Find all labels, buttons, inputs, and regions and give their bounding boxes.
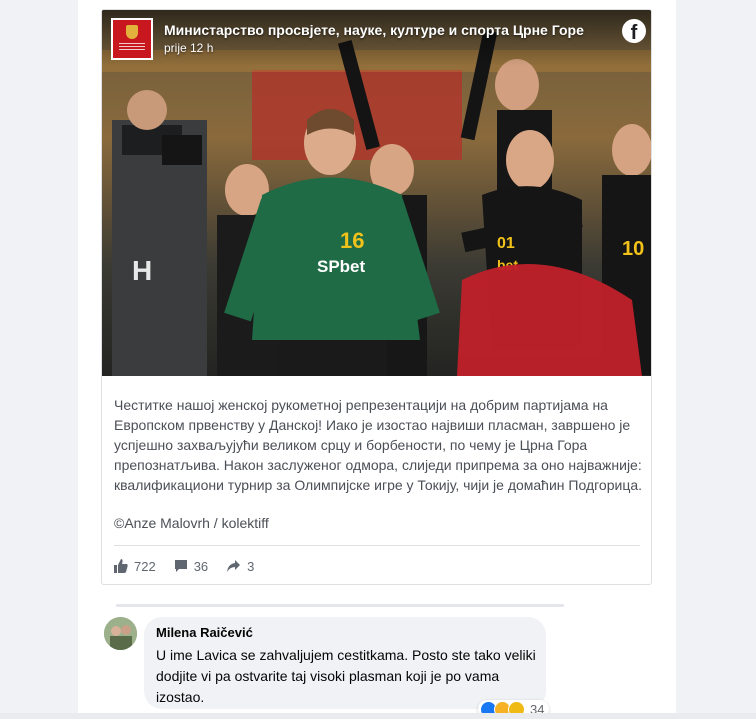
share-stat[interactable]: 3 <box>226 559 254 574</box>
svg-text:01: 01 <box>497 235 515 252</box>
share-count: 3 <box>247 558 255 574</box>
avatar-text-lines <box>119 43 145 44</box>
crest-icon <box>126 25 138 39</box>
comment-icon <box>174 560 187 572</box>
post-text: Честитке нашој женској рукометној репрез… <box>114 397 643 493</box>
like-count: 722 <box>134 558 156 574</box>
facebook-icon[interactable]: f <box>622 19 646 43</box>
page-name[interactable]: Министарство просвјете, науке, културе и… <box>164 22 584 38</box>
post-photo[interactable]: H 10 16 SPbet 01 bet Министарство просвј… <box>102 10 651 376</box>
thumbs-up-icon <box>114 559 128 573</box>
photo-credit: ©Anze Malovrh / kolektiff <box>114 515 269 531</box>
share-icon <box>227 560 241 572</box>
like-stat[interactable]: 722 <box>114 559 156 574</box>
comment-stat[interactable]: 36 <box>174 559 208 574</box>
jersey-number: 16 <box>340 228 364 253</box>
photo-header-overlay <box>102 10 651 66</box>
post-timestamp[interactable]: prije 12 h <box>164 41 213 55</box>
comment-bubble: Milena Raičević U ime Lavica se zahvalju… <box>144 617 546 709</box>
divider <box>114 545 640 546</box>
comment-count: 36 <box>193 558 209 574</box>
svg-text:H: H <box>132 255 152 286</box>
post-card: H 10 16 SPbet 01 bet Министарство просвј… <box>101 9 652 585</box>
next-comment-edge <box>0 713 756 719</box>
comment-author[interactable]: Milena Raičević <box>156 625 534 641</box>
post-stats: 722 36 3 <box>114 558 272 574</box>
svg-text:10: 10 <box>622 238 644 260</box>
page-avatar[interactable] <box>111 18 153 60</box>
commenter-avatar[interactable] <box>104 617 137 650</box>
comment-separator <box>116 604 564 607</box>
avatar-photo <box>104 617 137 650</box>
jersey-sponsor: SPbet <box>317 257 366 276</box>
comment-text: U ime Lavica se zahvaljujem cestitkama. … <box>156 647 536 705</box>
